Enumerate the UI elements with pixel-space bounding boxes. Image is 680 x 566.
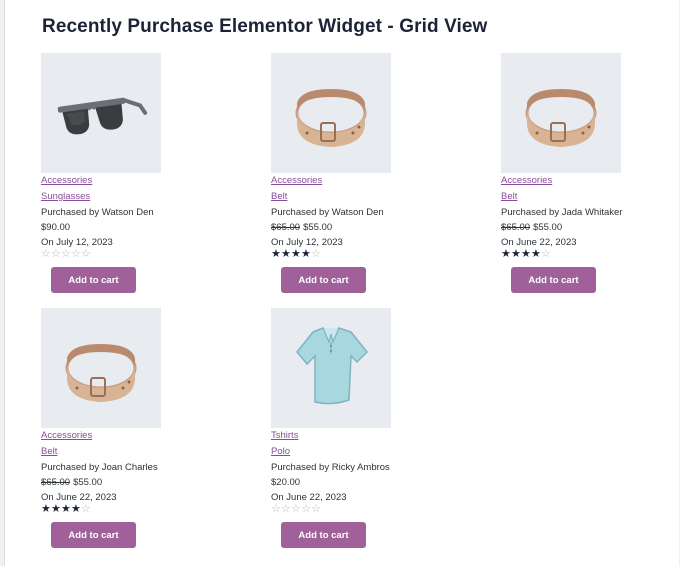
star-rating: ★ ★ ★ ★ ☆ [271, 248, 441, 260]
widget-title: Recently Purchase Elementor Widget - Gri… [42, 16, 488, 37]
belt-image[interactable] [271, 53, 391, 173]
star-filled-icon: ★ [511, 248, 521, 260]
star-empty-icon: ☆ [71, 248, 81, 260]
star-empty-icon: ☆ [41, 248, 51, 260]
product-name-link[interactable]: Belt [271, 189, 441, 205]
category-link[interactable]: Accessories [501, 173, 671, 189]
category-link[interactable]: Tshirts [271, 428, 441, 444]
star-filled-icon: ★ [501, 248, 511, 260]
star-filled-icon: ★ [521, 248, 531, 260]
old-price: $65.00 [271, 222, 301, 233]
category-link[interactable]: Accessories [41, 428, 211, 444]
star-empty-icon: ☆ [61, 248, 71, 260]
star-rating: ★ ★ ★ ★ ☆ [501, 248, 671, 260]
purchased-by-text: Purchased by Joan Charles [41, 462, 158, 473]
category-link[interactable]: Accessories [41, 173, 211, 189]
star-empty-icon: ☆ [541, 248, 551, 260]
product-card: Accessories Belt Purchased by Jada Whita… [501, 53, 671, 293]
product-name-link[interactable]: Sunglasses [41, 189, 211, 205]
product-card: Accessories Belt Purchased by Watson Den… [271, 53, 441, 293]
star-empty-icon: ☆ [301, 503, 311, 515]
star-filled-icon: ★ [51, 503, 61, 515]
price: $65.00 $55.00 [271, 220, 441, 235]
star-rating: ☆ ☆ ☆ ☆ ☆ [271, 503, 441, 515]
belt-image[interactable] [501, 53, 621, 173]
polo-shirt-image[interactable] [271, 308, 391, 428]
product-card: Accessories Sunglasses Purchased by Wats… [41, 53, 211, 293]
star-rating: ☆ ☆ ☆ ☆ ☆ [41, 248, 211, 260]
star-empty-icon: ☆ [281, 503, 291, 515]
star-empty-icon: ☆ [81, 248, 91, 260]
product-name-link[interactable]: Polo [271, 444, 441, 460]
star-filled-icon: ★ [291, 248, 301, 260]
star-empty-icon: ☆ [81, 503, 91, 515]
star-filled-icon: ★ [281, 248, 291, 260]
star-empty-icon: ☆ [51, 248, 61, 260]
current-price: $55.00 [533, 222, 563, 233]
price: $20.00 [271, 475, 441, 490]
current-price: $20.00 [271, 477, 301, 488]
add-to-cart-button[interactable]: Add to cart [51, 267, 136, 293]
star-empty-icon: ☆ [311, 248, 321, 260]
price: $65.00 $55.00 [501, 220, 671, 235]
star-rating: ★ ★ ★ ★ ☆ [41, 503, 211, 515]
product-card: Accessories Belt Purchased by Joan Charl… [41, 308, 211, 548]
product-name-link[interactable]: Belt [501, 189, 671, 205]
star-empty-icon: ☆ [311, 503, 321, 515]
purchased-by-text: Purchased by Watson Den [271, 207, 384, 218]
purchased-by-text: Purchased by Jada Whitaker [501, 207, 623, 218]
belt-image[interactable] [41, 308, 161, 428]
old-price: $65.00 [41, 477, 71, 488]
product-card: Tshirts Polo Purchased by Ricky Ambros $… [271, 308, 441, 548]
add-to-cart-button[interactable]: Add to cart [281, 522, 366, 548]
star-filled-icon: ★ [301, 248, 311, 260]
current-price: $90.00 [41, 222, 71, 233]
star-filled-icon: ★ [41, 503, 51, 515]
current-price: $55.00 [303, 222, 333, 233]
purchased-by-text: Purchased by Watson Den [41, 207, 154, 218]
star-filled-icon: ★ [61, 503, 71, 515]
star-filled-icon: ★ [71, 503, 81, 515]
price: $90.00 [41, 220, 211, 235]
category-link[interactable]: Accessories [271, 173, 441, 189]
add-to-cart-button[interactable]: Add to cart [511, 267, 596, 293]
product-name-link[interactable]: Belt [41, 444, 211, 460]
star-filled-icon: ★ [271, 248, 281, 260]
old-price: $65.00 [501, 222, 531, 233]
price: $65.00 $55.00 [41, 475, 211, 490]
sunglasses-image[interactable] [41, 53, 161, 173]
add-to-cart-button[interactable]: Add to cart [281, 267, 366, 293]
star-empty-icon: ☆ [291, 503, 301, 515]
star-empty-icon: ☆ [271, 503, 281, 515]
add-to-cart-button[interactable]: Add to cart [51, 522, 136, 548]
purchased-by-text: Purchased by Ricky Ambros [271, 462, 390, 473]
star-filled-icon: ★ [531, 248, 541, 260]
current-price: $55.00 [73, 477, 103, 488]
